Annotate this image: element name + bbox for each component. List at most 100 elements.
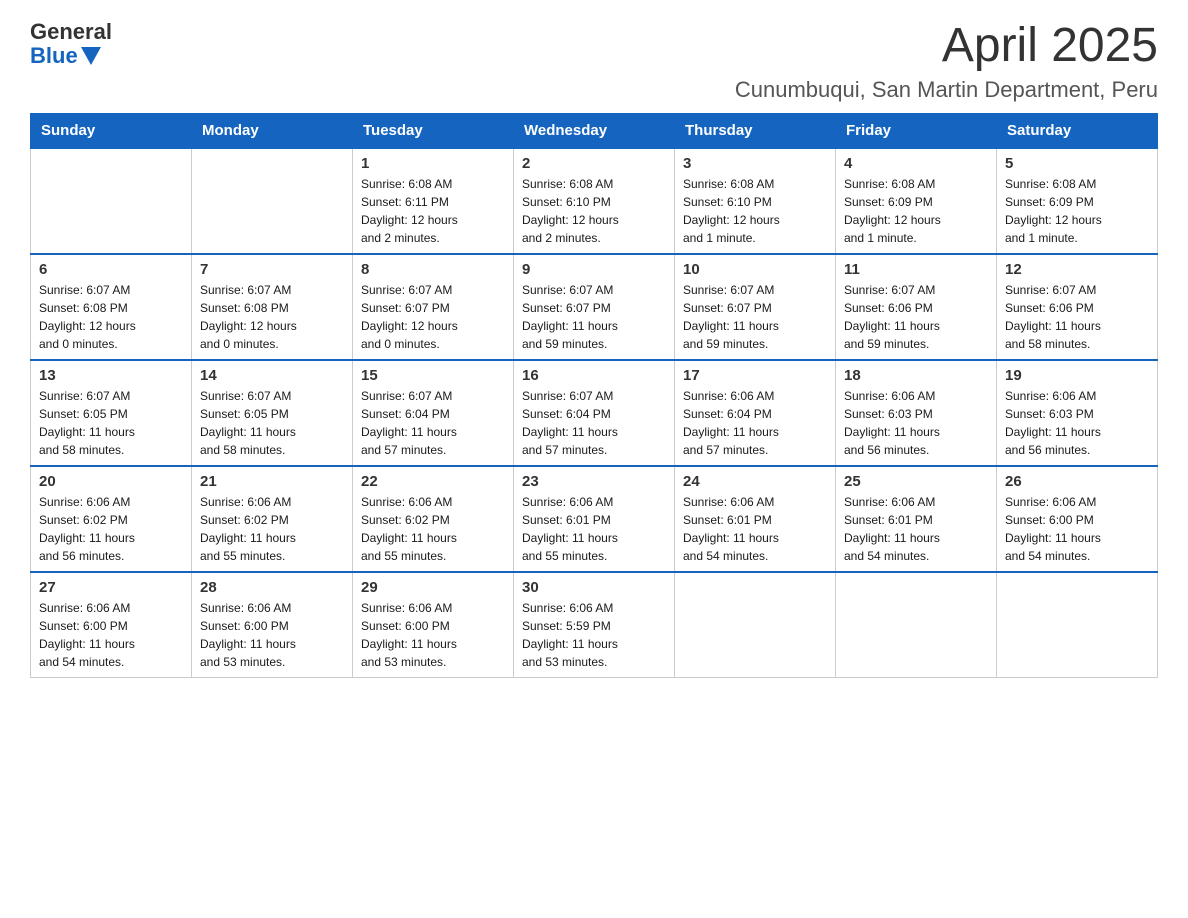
calendar-week-row: 13 Sunrise: 6:07 AM Sunset: 6:05 PM Dayli… xyxy=(31,360,1158,466)
day-info: Sunrise: 6:06 AM Sunset: 6:01 PM Dayligh… xyxy=(522,493,666,565)
calendar-cell: 9Sunrise: 6:07 AM Sunset: 6:07 PM Daylig… xyxy=(514,254,675,360)
day-number: 20 xyxy=(39,473,183,490)
calendar-cell: 2 Sunrise: 6:08 AM Sunset: 6:10 PM Daylig… xyxy=(514,148,675,254)
day-info: Sunrise: 6:07 AM Sunset: 6:05 PM Dayligh… xyxy=(39,387,183,459)
calendar-cell: 10 Sunrise: 6:07 AM Sunset: 6:07 PM Dayli… xyxy=(675,254,836,360)
day-number: 15 xyxy=(361,367,505,384)
calendar-cell: 25 Sunrise: 6:06 AM Sunset: 6:01 PM Dayli… xyxy=(836,466,997,572)
day-info: Sunrise: 6:08 AM Sunset: 6:10 PM Dayligh… xyxy=(522,175,666,247)
day-number: 12 xyxy=(1005,261,1149,278)
day-of-week-header: Monday xyxy=(192,113,353,148)
day-number: 30 xyxy=(522,579,666,596)
calendar-cell: 16 Sunrise: 6:07 AM Sunset: 6:04 PM Dayli… xyxy=(514,360,675,466)
day-info: Sunrise: 6:06 AM Sunset: 6:03 PM Dayligh… xyxy=(844,387,988,459)
day-number: 8 xyxy=(361,261,505,278)
day-number: 22 xyxy=(361,473,505,490)
day-number: 10 xyxy=(683,261,827,278)
calendar-table: SundayMondayTuesdayWednesdayThursdayFrid… xyxy=(30,113,1158,678)
calendar-cell: 15 Sunrise: 6:07 AM Sunset: 6:04 PM Dayli… xyxy=(353,360,514,466)
day-number: 25 xyxy=(844,473,988,490)
calendar-cell: 4 Sunrise: 6:08 AM Sunset: 6:09 PM Daylig… xyxy=(836,148,997,254)
day-number: 27 xyxy=(39,579,183,596)
day-info: Sunrise: 6:07 AM Sunset: 6:07 PM Dayligh… xyxy=(522,281,666,353)
calendar-cell xyxy=(675,572,836,678)
calendar-cell xyxy=(997,572,1158,678)
day-info: Sunrise: 6:07 AM Sunset: 6:07 PM Dayligh… xyxy=(683,281,827,353)
day-info: Sunrise: 6:06 AM Sunset: 5:59 PM Dayligh… xyxy=(522,599,666,671)
day-number: 29 xyxy=(361,579,505,596)
page-header: General Blue April 2025 Cunumbuqui, San … xyxy=(30,20,1158,103)
day-info: Sunrise: 6:07 AM Sunset: 6:06 PM Dayligh… xyxy=(844,281,988,353)
calendar-week-row: 6 Sunrise: 6:07 AM Sunset: 6:08 PM Daylig… xyxy=(31,254,1158,360)
calendar-cell: 11 Sunrise: 6:07 AM Sunset: 6:06 PM Dayli… xyxy=(836,254,997,360)
calendar-cell: 22 Sunrise: 6:06 AM Sunset: 6:02 PM Dayli… xyxy=(353,466,514,572)
day-info: Sunrise: 6:07 AM Sunset: 6:06 PM Dayligh… xyxy=(1005,281,1149,353)
day-number: 4 xyxy=(844,155,988,172)
day-info: Sunrise: 6:08 AM Sunset: 6:09 PM Dayligh… xyxy=(844,175,988,247)
day-info: Sunrise: 6:07 AM Sunset: 6:08 PM Dayligh… xyxy=(39,281,183,353)
calendar-cell: 5Sunrise: 6:08 AM Sunset: 6:09 PM Daylig… xyxy=(997,148,1158,254)
calendar-cell: 1Sunrise: 6:08 AM Sunset: 6:11 PM Daylig… xyxy=(353,148,514,254)
day-info: Sunrise: 6:07 AM Sunset: 6:04 PM Dayligh… xyxy=(522,387,666,459)
day-info: Sunrise: 6:07 AM Sunset: 6:08 PM Dayligh… xyxy=(200,281,344,353)
calendar-cell: 27 Sunrise: 6:06 AM Sunset: 6:00 PM Dayli… xyxy=(31,572,192,678)
calendar-cell: 20 Sunrise: 6:06 AM Sunset: 6:02 PM Dayli… xyxy=(31,466,192,572)
logo: General Blue xyxy=(30,20,112,68)
calendar-cell: 24Sunrise: 6:06 AM Sunset: 6:01 PM Dayli… xyxy=(675,466,836,572)
day-info: Sunrise: 6:07 AM Sunset: 6:05 PM Dayligh… xyxy=(200,387,344,459)
calendar-cell: 7 Sunrise: 6:07 AM Sunset: 6:08 PM Daylig… xyxy=(192,254,353,360)
logo-general: General xyxy=(30,20,112,44)
day-number: 23 xyxy=(522,473,666,490)
day-info: Sunrise: 6:06 AM Sunset: 6:02 PM Dayligh… xyxy=(39,493,183,565)
day-number: 2 xyxy=(522,155,666,172)
day-number: 7 xyxy=(200,261,344,278)
logo-blue: Blue xyxy=(30,44,78,68)
day-info: Sunrise: 6:06 AM Sunset: 6:00 PM Dayligh… xyxy=(200,599,344,671)
calendar-cell xyxy=(836,572,997,678)
day-of-week-header: Wednesday xyxy=(514,113,675,148)
day-number: 3 xyxy=(683,155,827,172)
day-number: 28 xyxy=(200,579,344,596)
day-info: Sunrise: 6:06 AM Sunset: 6:04 PM Dayligh… xyxy=(683,387,827,459)
day-of-week-header: Tuesday xyxy=(353,113,514,148)
calendar-cell: 18 Sunrise: 6:06 AM Sunset: 6:03 PM Dayli… xyxy=(836,360,997,466)
day-of-week-header: Saturday xyxy=(997,113,1158,148)
calendar-cell xyxy=(192,148,353,254)
calendar-cell: 14Sunrise: 6:07 AM Sunset: 6:05 PM Dayli… xyxy=(192,360,353,466)
calendar-cell xyxy=(31,148,192,254)
calendar-header-row: SundayMondayTuesdayWednesdayThursdayFrid… xyxy=(31,113,1158,148)
day-info: Sunrise: 6:06 AM Sunset: 6:02 PM Dayligh… xyxy=(200,493,344,565)
day-number: 11 xyxy=(844,261,988,278)
day-number: 1 xyxy=(361,155,505,172)
day-info: Sunrise: 6:07 AM Sunset: 6:04 PM Dayligh… xyxy=(361,387,505,459)
calendar-cell: 13 Sunrise: 6:07 AM Sunset: 6:05 PM Dayli… xyxy=(31,360,192,466)
day-number: 6 xyxy=(39,261,183,278)
day-number: 19 xyxy=(1005,367,1149,384)
day-number: 5 xyxy=(1005,155,1149,172)
day-info: Sunrise: 6:06 AM Sunset: 6:00 PM Dayligh… xyxy=(361,599,505,671)
calendar-cell: 17 Sunrise: 6:06 AM Sunset: 6:04 PM Dayli… xyxy=(675,360,836,466)
calendar-week-row: 1Sunrise: 6:08 AM Sunset: 6:11 PM Daylig… xyxy=(31,148,1158,254)
calendar-cell: 29 Sunrise: 6:06 AM Sunset: 6:00 PM Dayli… xyxy=(353,572,514,678)
calendar-cell: 8Sunrise: 6:07 AM Sunset: 6:07 PM Daylig… xyxy=(353,254,514,360)
calendar-cell: 21 Sunrise: 6:06 AM Sunset: 6:02 PM Dayli… xyxy=(192,466,353,572)
day-info: Sunrise: 6:06 AM Sunset: 6:03 PM Dayligh… xyxy=(1005,387,1149,459)
day-number: 18 xyxy=(844,367,988,384)
day-info: Sunrise: 6:08 AM Sunset: 6:10 PM Dayligh… xyxy=(683,175,827,247)
day-of-week-header: Thursday xyxy=(675,113,836,148)
calendar-cell: 19 Sunrise: 6:06 AM Sunset: 6:03 PM Dayli… xyxy=(997,360,1158,466)
day-number: 16 xyxy=(522,367,666,384)
day-info: Sunrise: 6:06 AM Sunset: 6:02 PM Dayligh… xyxy=(361,493,505,565)
day-number: 21 xyxy=(200,473,344,490)
day-info: Sunrise: 6:06 AM Sunset: 6:00 PM Dayligh… xyxy=(39,599,183,671)
calendar-cell: 30 Sunrise: 6:06 AM Sunset: 5:59 PM Dayli… xyxy=(514,572,675,678)
calendar-cell: 3 Sunrise: 6:08 AM Sunset: 6:10 PM Daylig… xyxy=(675,148,836,254)
calendar-cell: 26Sunrise: 6:06 AM Sunset: 6:00 PM Dayli… xyxy=(997,466,1158,572)
day-info: Sunrise: 6:06 AM Sunset: 6:01 PM Dayligh… xyxy=(844,493,988,565)
calendar-cell: 28 Sunrise: 6:06 AM Sunset: 6:00 PM Dayli… xyxy=(192,572,353,678)
day-number: 24 xyxy=(683,473,827,490)
day-number: 17 xyxy=(683,367,827,384)
day-number: 13 xyxy=(39,367,183,384)
day-of-week-header: Sunday xyxy=(31,113,192,148)
day-number: 26 xyxy=(1005,473,1149,490)
